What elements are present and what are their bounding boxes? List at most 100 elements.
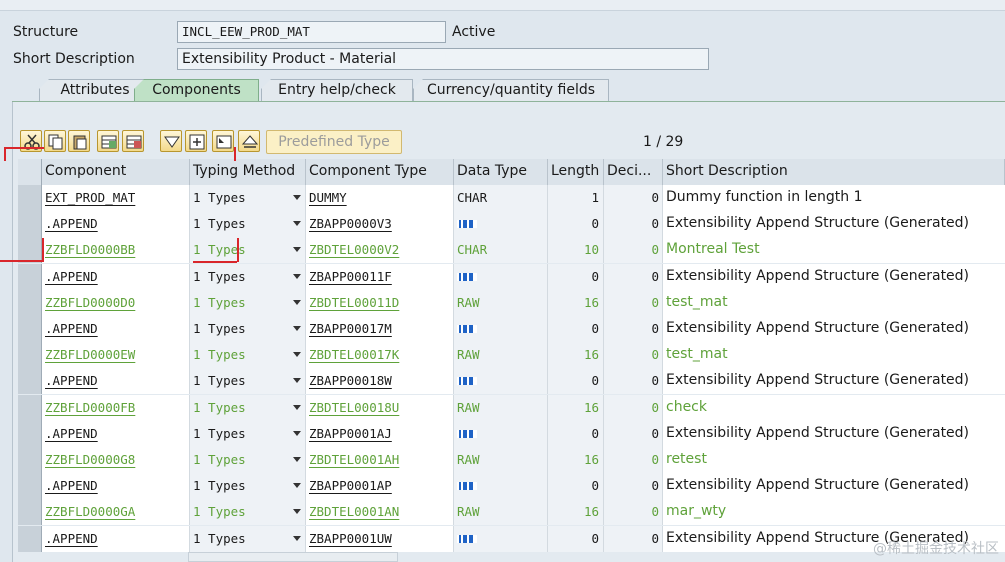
typing-method-cell[interactable]: 1 Types <box>190 447 306 473</box>
component-type-cell[interactable]: ZBAPP0001UW <box>306 525 454 552</box>
component-name-cell[interactable]: ZZBFLD0000EW <box>42 342 190 369</box>
row-selector[interactable] <box>18 368 42 395</box>
short-description-cell[interactable]: mar_wty <box>663 499 1005 526</box>
component-name-cell[interactable]: ZZBFLD0000G8 <box>42 447 190 473</box>
row-selector[interactable] <box>18 316 42 342</box>
component-name-cell[interactable]: .APPEND <box>42 473 190 500</box>
component-name-cell[interactable]: EXT_PROD_MAT <box>42 185 190 211</box>
table-row[interactable]: ZZBFLD0000D0 1 Types ZBDTEL00011D RAW 16 0 tes… <box>18 289 1005 316</box>
table-row[interactable]: .APPEND 1 Types ZBAPP00018W 0 0 Extensibility… <box>18 368 1005 395</box>
tab-currency-quantity-fields[interactable]: Currency/quantity fields <box>413 79 609 101</box>
copy-button[interactable] <box>44 130 66 152</box>
component-type-cell[interactable]: DUMMY <box>306 185 454 211</box>
typing-method-cell[interactable]: 1 Types <box>190 289 306 316</box>
col-header-short-description[interactable]: Short Description <box>663 159 1005 185</box>
short-description-cell[interactable]: Dummy function in length 1 <box>663 185 1005 211</box>
component-name-cell[interactable]: ZZBFLD0000BB <box>42 237 190 264</box>
col-header-decimals[interactable]: Deci... <box>604 159 663 185</box>
table-row[interactable]: ZZBFLD0000EW 1 Types ZBDTEL00017K RAW 16 0 tes… <box>18 342 1005 369</box>
tab-entry-help-check[interactable]: Entry help/check <box>261 79 413 101</box>
predefined-type-button[interactable]: Predefined Type <box>266 130 402 154</box>
table-row[interactable]: .APPEND 1 Types ZBAPP0001AJ 0 0 Extensibility… <box>18 420 1005 447</box>
horizontal-scrollbar[interactable] <box>188 552 398 562</box>
chevron-down-icon[interactable] <box>293 509 301 515</box>
table-row[interactable]: .APPEND 1 Types ZBAPP00017M 0 0 Extensibility… <box>18 316 1005 342</box>
chevron-down-icon[interactable] <box>293 299 301 305</box>
col-header-component[interactable]: Component <box>42 159 190 185</box>
component-name-cell[interactable]: ZZBFLD0000D0 <box>42 289 190 316</box>
insert-row-button[interactable] <box>97 130 119 152</box>
short-description-cell[interactable]: retest <box>663 447 1005 473</box>
row-selector[interactable] <box>18 342 42 369</box>
component-type-cell[interactable]: ZBAPP0001AJ <box>306 420 454 447</box>
component-type-cell[interactable]: ZBAPP00018W <box>306 368 454 395</box>
component-type-cell[interactable]: ZBAPP0000V3 <box>306 211 454 238</box>
details-button[interactable] <box>185 130 207 152</box>
short-description-cell[interactable]: check <box>663 394 1005 421</box>
component-type-cell[interactable]: ZBDTEL00017K <box>306 342 454 369</box>
col-header-data-type[interactable]: Data Type <box>454 159 548 185</box>
paste-button[interactable] <box>68 130 90 152</box>
typing-method-cell[interactable]: 1 Types <box>190 499 306 526</box>
short-description-cell[interactable]: Extensibility Append Structure (Generate… <box>663 473 1005 500</box>
select-all-cell[interactable] <box>18 159 42 185</box>
chevron-down-icon[interactable] <box>293 221 301 227</box>
col-header-length[interactable]: Length <box>548 159 604 185</box>
component-type-cell[interactable]: ZBAPP00011F <box>306 263 454 290</box>
typing-method-cell[interactable]: 1 Types <box>190 394 306 421</box>
component-name-cell[interactable]: .APPEND <box>42 368 190 395</box>
typing-method-cell[interactable]: 1 Types <box>190 263 306 290</box>
table-row[interactable]: .APPEND 1 Types ZBAPP00011F 0 0 Extensibility… <box>18 263 1005 290</box>
typing-method-cell[interactable]: 1 Types <box>190 420 306 447</box>
short-description-cell[interactable]: Extensibility Append Structure (Generate… <box>663 420 1005 447</box>
col-header-component-type[interactable]: Component Type <box>306 159 454 185</box>
filter-button[interactable] <box>160 130 182 152</box>
settings-button[interactable] <box>212 130 234 152</box>
component-type-cell[interactable]: ZBDTEL00018U <box>306 394 454 421</box>
component-name-cell[interactable]: .APPEND <box>42 211 190 238</box>
table-row[interactable]: .APPEND 1 Types ZBAPP0001AP 0 0 Extensibility… <box>18 473 1005 500</box>
chevron-down-icon[interactable] <box>293 483 301 489</box>
short-description-cell[interactable]: Extensibility Append Structure (Generate… <box>663 263 1005 290</box>
component-type-cell[interactable]: ZBDTEL0000V2 <box>306 237 454 264</box>
typing-method-cell[interactable]: 1 Types <box>190 342 306 369</box>
table-row[interactable]: .APPEND 1 Types ZBAPP0000V3 0 0 Extensibility… <box>18 211 1005 238</box>
short-description-field[interactable]: Extensibility Product - Material <box>177 48 709 70</box>
component-type-cell[interactable]: ZBAPP00017M <box>306 316 454 342</box>
component-name-cell[interactable]: .APPEND <box>42 525 190 552</box>
chevron-down-icon[interactable] <box>293 378 301 384</box>
tab-components[interactable]: Components <box>134 79 259 101</box>
component-name-cell[interactable]: ZZBFLD0000FB <box>42 394 190 421</box>
short-description-cell[interactable]: Extensibility Append Structure (Generate… <box>663 316 1005 342</box>
chevron-down-icon[interactable] <box>293 352 301 358</box>
row-selector[interactable] <box>18 499 42 526</box>
typing-method-cell[interactable]: 1 Types <box>190 237 306 264</box>
typing-method-cell[interactable]: 1 Types <box>190 368 306 395</box>
table-row[interactable]: ZZBFLD0000FB 1 Types ZBDTEL00018U RAW 16 0 che… <box>18 394 1005 421</box>
collapse-button[interactable] <box>238 130 260 152</box>
row-selector[interactable] <box>18 394 42 421</box>
component-name-cell[interactable]: ZZBFLD0000GA <box>42 499 190 526</box>
chevron-down-icon[interactable] <box>293 404 301 410</box>
chevron-down-icon[interactable] <box>293 247 301 253</box>
row-selector[interactable] <box>18 447 42 473</box>
row-selector[interactable] <box>18 263 42 290</box>
typing-method-cell[interactable]: 1 Types <box>190 211 306 238</box>
chevron-down-icon[interactable] <box>293 326 301 331</box>
row-selector[interactable] <box>18 525 42 552</box>
short-description-cell[interactable]: Extensibility Append Structure (Generate… <box>663 368 1005 395</box>
short-description-cell[interactable]: Montreal Test <box>663 237 1005 264</box>
chevron-down-icon[interactable] <box>293 273 301 279</box>
typing-method-cell[interactable]: 1 Types <box>190 525 306 552</box>
typing-method-cell[interactable]: 1 Types <box>190 185 306 211</box>
typing-method-cell[interactable]: 1 Types <box>190 316 306 342</box>
structure-field[interactable]: INCL_EEW_PROD_MAT <box>177 21 446 43</box>
component-type-cell[interactable]: ZBDTEL00011D <box>306 289 454 316</box>
row-selector[interactable] <box>18 420 42 447</box>
component-type-cell[interactable]: ZBDTEL0001AH <box>306 447 454 473</box>
component-type-cell[interactable]: ZBDTEL0001AN <box>306 499 454 526</box>
component-name-cell[interactable]: .APPEND <box>42 420 190 447</box>
short-description-cell[interactable]: test_mat <box>663 342 1005 369</box>
row-selector[interactable] <box>18 473 42 500</box>
table-row[interactable]: ZZBFLD0000BB 1 Types ZBDTEL0000V2 CHAR 10 0 Mo… <box>18 237 1005 264</box>
